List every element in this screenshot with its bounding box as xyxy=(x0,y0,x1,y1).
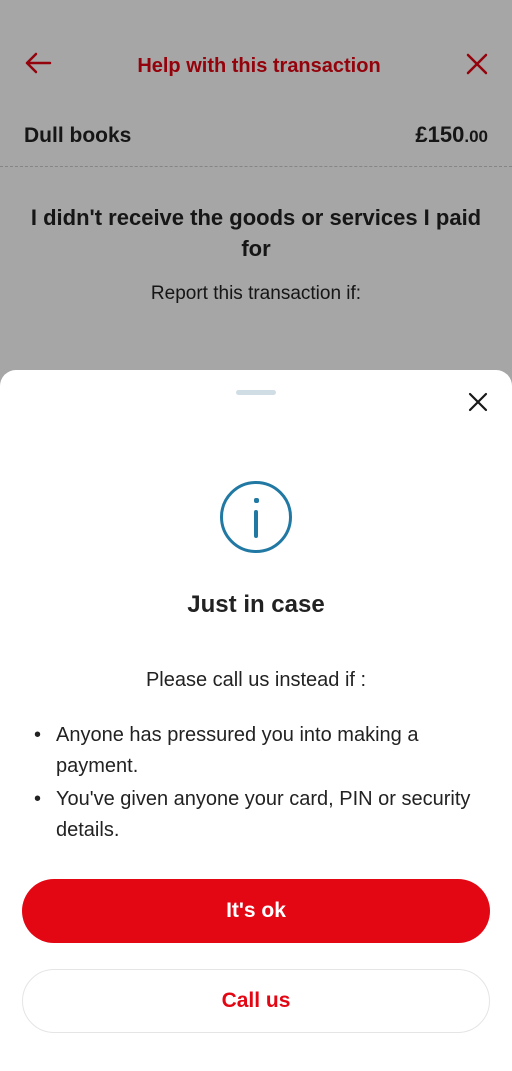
list-item: Anyone has pressured you into making a p… xyxy=(34,720,480,782)
list-item: You've given anyone your card, PIN or se… xyxy=(34,784,480,846)
info-icon-wrap xyxy=(22,481,490,553)
its-ok-button[interactable]: It's ok xyxy=(22,879,490,943)
bullet-list: Anyone has pressured you into making a p… xyxy=(22,720,490,846)
info-icon xyxy=(220,481,292,553)
sheet-subtitle: Please call us instead if : xyxy=(22,669,490,692)
sheet-title: Just in case xyxy=(22,591,490,619)
button-group: It's ok Call us xyxy=(22,879,490,1033)
call-us-button[interactable]: Call us xyxy=(22,969,490,1033)
bottom-sheet: Just in case Please call us instead if :… xyxy=(0,370,512,1071)
drag-handle[interactable] xyxy=(236,390,276,395)
close-icon[interactable] xyxy=(464,388,492,416)
